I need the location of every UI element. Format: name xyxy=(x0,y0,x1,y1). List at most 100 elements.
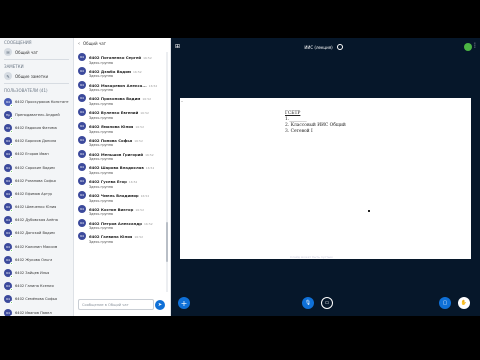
user-list-item[interactable]: 64 6402 Сорокин Вадим xyxy=(0,161,73,174)
user-list-item[interactable]: 64 6402 Евдокия Фатима xyxy=(0,121,73,134)
chat-header[interactable]: ‹ Общий чат xyxy=(74,38,170,49)
message-time: 16:52 xyxy=(142,97,152,102)
presence-icon xyxy=(10,235,13,239)
screen-share-icon: ▢ xyxy=(442,300,448,306)
message-author: 6402 Гусева Егор xyxy=(89,179,127,185)
message-time: 16:52 xyxy=(135,207,144,212)
layout-icon[interactable]: ⊞ xyxy=(175,43,180,50)
avatar-initials: 64 xyxy=(80,206,84,211)
record-icon[interactable] xyxy=(336,44,343,50)
message-body: 6402 Гусева Егор 16:52 Здесь группа xyxy=(89,176,137,189)
message-author: 6402 Петров Александр xyxy=(89,220,142,226)
raise-hand-button[interactable]: ✋ xyxy=(458,297,470,309)
sidebar-item-public-chat[interactable]: ✉ Общий чат xyxy=(0,47,73,57)
message-text: Здесь группа xyxy=(89,115,113,120)
user-list-item[interactable]: 64 6402 Семёнова Софья xyxy=(0,293,73,306)
user-list-item[interactable]: 64 6402 Зайцев Илья xyxy=(0,266,73,279)
message-body: 6402 Шарова Владислав 16:52 Здесь группа xyxy=(89,162,154,175)
message-time: 16:52 xyxy=(134,235,144,240)
actions-button[interactable]: + xyxy=(178,297,190,309)
avatar: 64 xyxy=(78,80,86,89)
presence-icon xyxy=(10,314,13,316)
message-body: 6402 Потапенко Сергей 16:52 Здесь группа xyxy=(89,52,152,65)
user-list-item[interactable]: 64 6402 Жукова Ольга xyxy=(0,253,73,266)
message-text: Здесь группа xyxy=(89,184,113,189)
message-text: Здесь группа xyxy=(89,226,113,231)
user-list-item[interactable]: 64 6402 Ганина Ксения xyxy=(0,280,73,293)
presence-icon xyxy=(10,129,13,133)
user-name: 6402 Донской Вадим xyxy=(15,231,55,236)
avatar-initials: 64 xyxy=(80,165,84,170)
user-list-item[interactable]: 64 6402 Борисов Данила xyxy=(0,135,73,148)
sidebar-item-shared-notes[interactable]: ✎ Общие заметки xyxy=(0,71,73,81)
meeting-title: ИИС (лекция) xyxy=(304,44,333,50)
chat-panel: ‹ Общий чат 64 6402 Потапенко Сергей 16:52… xyxy=(74,38,171,316)
message-body: 6402 Попова Софья 16:52 Здесь группа xyxy=(89,135,143,148)
user-list-item[interactable]: 64 6402 Калинин Максим xyxy=(0,240,73,253)
user-list-item[interactable]: 64 6402 Шевченко Юлия xyxy=(0,201,73,214)
avatar: 64 xyxy=(78,204,86,213)
screen-share-button[interactable]: ▢ xyxy=(439,297,451,309)
scrollbar-thumb[interactable] xyxy=(166,222,168,262)
message-text: Здесь группа xyxy=(89,239,113,244)
plus-icon: + xyxy=(180,298,188,308)
avatar-initials: 64 xyxy=(80,82,84,87)
connection-status-icon[interactable] xyxy=(464,43,472,51)
presence-icon xyxy=(10,301,13,305)
minimize-icon[interactable]: – xyxy=(181,99,183,104)
chat-message: 64 6402 Дзюба Вадим 16:52 Здесь группа xyxy=(74,66,171,80)
user-list-item[interactable]: Пр Преподаватель Андрей xyxy=(0,108,73,121)
microphone-button[interactable]: 🎙 xyxy=(302,297,314,309)
presentation-slide[interactable]: – ГСБТР 1.________ 2. Классовый ИИС Общи… xyxy=(180,98,471,259)
message-text: Здесь группа xyxy=(89,170,113,175)
user-list-item[interactable]: 64 6402 Егоров Иван xyxy=(0,148,73,161)
message-time: 16:52 xyxy=(145,152,154,157)
chevron-left-icon[interactable]: ‹ xyxy=(78,41,80,47)
avatar-initials: 64 xyxy=(80,96,84,101)
action-bar: + 🎙 ▭ ▢ ✋ xyxy=(171,292,480,316)
avatar-initials: 64 xyxy=(80,192,84,197)
user-list-item[interactable]: 64 6402 Проскуряков Константин (Вы) xyxy=(0,95,73,108)
messages-section-title: СООБЩЕНИЯ xyxy=(4,40,32,45)
chat-message: 64 6402 Прокопова Вадим 16:52 Здесь группа xyxy=(74,93,171,107)
user-list-item[interactable]: 64 6402 Рязанова Софья xyxy=(0,174,73,187)
avatar: 64 xyxy=(4,295,13,305)
message-author: 6402 Вуленко Евгений xyxy=(89,110,139,116)
send-icon: ➤ xyxy=(157,302,163,308)
message-body: 6402 Гаевина Юлия 16:52 Здесь группа xyxy=(89,231,143,244)
presence-icon xyxy=(10,169,13,173)
message-body: 6402 Яманова Юлия 16:52 Здесь группа xyxy=(89,121,144,134)
user-list-item[interactable]: 64 6402 Иванов Павел xyxy=(0,306,73,316)
avatar-initials: 64 xyxy=(80,220,84,225)
presence-icon xyxy=(10,182,13,186)
more-options-icon[interactable]: ⋮ xyxy=(472,42,478,49)
message-author: 6402 Яманова Юлия xyxy=(89,123,134,129)
presence-icon xyxy=(10,195,13,199)
user-name: Преподаватель Андрей xyxy=(15,112,60,117)
user-list-item[interactable]: 64 6402 Ефимов Артур xyxy=(0,187,73,200)
avatar: 64 xyxy=(4,282,13,292)
user-name: 6402 Ефимов Артур xyxy=(15,191,53,196)
avatar: 64 xyxy=(4,255,13,265)
avatar: 64 xyxy=(78,121,86,130)
users-section-title: ПОЛЬЗОВАТЕЛИ (41) xyxy=(4,88,48,93)
send-button[interactable]: ➤ xyxy=(155,300,165,310)
avatar: 64 xyxy=(78,177,86,186)
avatar: 64 xyxy=(78,135,86,144)
user-name: 6402 Евдокия Фатима xyxy=(15,125,57,130)
message-list: 64 6402 Потапенко Сергей 16:52 Здесь группа… xyxy=(74,52,171,294)
user-list-item[interactable]: 64 6402 Донской Вадим xyxy=(0,227,73,240)
chat-message: 64 6402 Петров Александр 16:52 Здесь группа xyxy=(74,218,171,232)
avatar-initials: 64 xyxy=(6,257,10,262)
avatar-initials: 64 xyxy=(80,179,84,184)
user-list-item[interactable]: 64 6402 Дубовская Алёна xyxy=(0,214,73,227)
camera-button[interactable]: ▭ xyxy=(321,297,333,309)
avatar: 64 xyxy=(4,203,13,213)
chat-message-input[interactable]: Сообщение в Общий чат xyxy=(78,299,154,310)
message-author: 6402 Меньшов Григорий xyxy=(89,151,144,157)
message-author: 6402 Прокопова Вадим xyxy=(89,96,141,102)
user-name: 6402 Рязанова Софья xyxy=(15,178,56,183)
avatar: Пр xyxy=(4,110,13,120)
avatar: 64 xyxy=(4,189,13,199)
chat-scrollbar[interactable] xyxy=(166,52,168,292)
